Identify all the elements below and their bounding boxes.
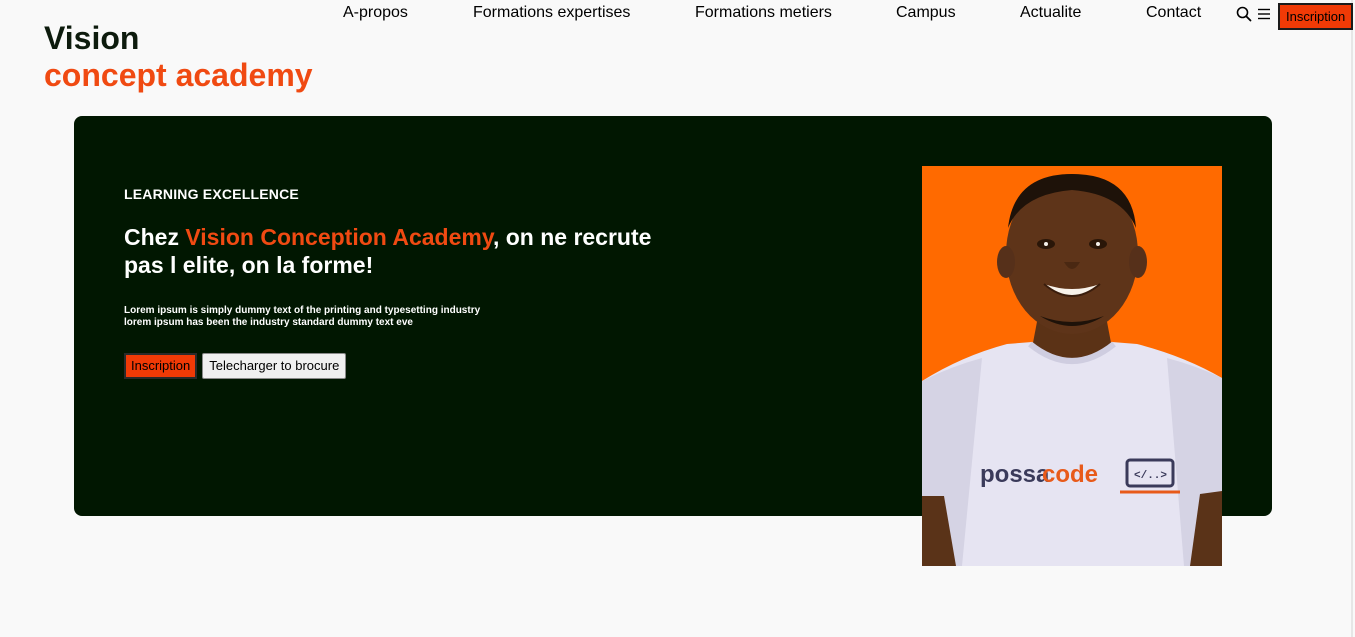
hero-description: Lorem ipsum is simply dummy text of the … [124, 305, 544, 329]
nav-item-contact[interactable]: Contact [1146, 3, 1201, 23]
description-line-1: Lorem ipsum is simply dummy text of the … [124, 305, 481, 316]
hero-actions: Inscription Telecharger to brocure [124, 353, 347, 379]
nav-item-a-propos[interactable]: A-propos [343, 3, 408, 23]
brand-tagline: concept academy [44, 57, 313, 93]
inscription-button[interactable]: Inscription [124, 353, 198, 379]
hero-headline: Chez Vision Conception Academy, on ne re… [124, 223, 694, 279]
student-illustration: possa code </..> [922, 166, 1222, 566]
headline-accent: Vision Conception Academy [185, 224, 493, 250]
brand-name: Vision [44, 20, 140, 56]
page: Vision concept academy A-propos Formatio… [0, 0, 1355, 637]
nav-item-formations-metiers[interactable]: Formations metiers [695, 3, 832, 23]
shirt-logo-text: possa [980, 461, 1050, 488]
svg-text:</..>: </..> [1134, 470, 1167, 482]
headline-prefix: Chez [124, 224, 186, 250]
svg-text:code: code [1042, 461, 1098, 488]
scrollbar-gutter [1351, 0, 1355, 637]
hero-kicker: LEARNING EXCELLENCE [124, 186, 299, 202]
menu-icon[interactable] [1257, 6, 1273, 22]
nav-inscription-button[interactable]: Inscription [1278, 3, 1354, 30]
search-icon[interactable] [1236, 6, 1252, 22]
download-brochure-button[interactable]: Telecharger to brocure [202, 353, 347, 379]
nav-item-campus[interactable]: Campus [896, 3, 956, 23]
student-photo: possa code </..> [922, 166, 1222, 566]
brand-logo[interactable]: Vision concept academy [44, 20, 313, 94]
main-nav: A-propos Formations expertises Formation… [0, 3, 1355, 30]
description-line-2: lorem ipsum has been the industry standa… [124, 317, 413, 328]
nav-item-formations-expertises[interactable]: Formations expertises [473, 3, 630, 23]
nav-item-actualite[interactable]: Actualite [1020, 3, 1081, 23]
